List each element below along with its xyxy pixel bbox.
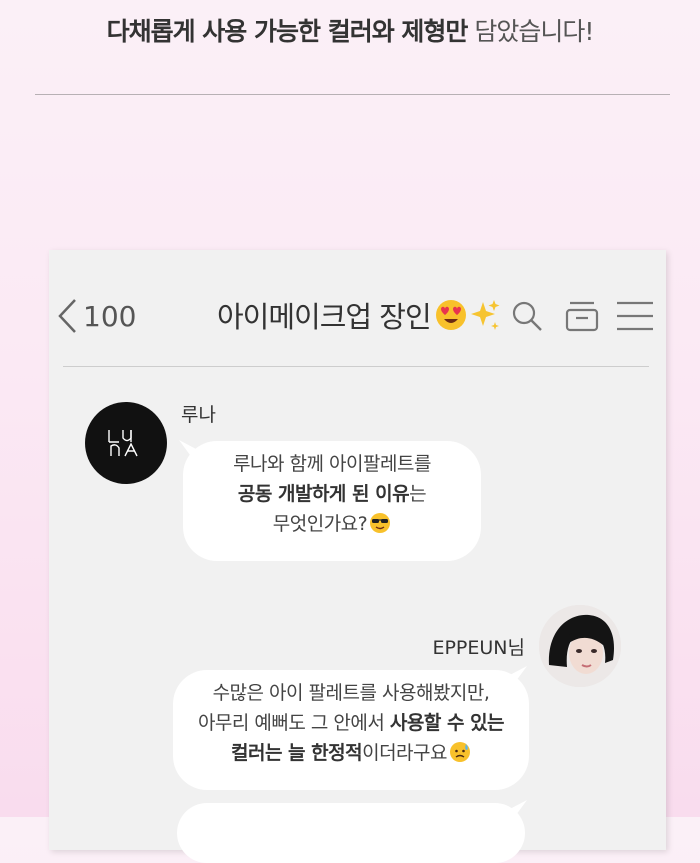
message-bubble-partial bbox=[177, 803, 525, 863]
headline: 다채롭게 사용 가능한 컬러와 제형만 담았습니다! bbox=[0, 12, 700, 48]
message-line: 루나와 함께 아이팔레트를 bbox=[183, 449, 481, 479]
header-divider bbox=[63, 366, 649, 367]
chat-title: 아이메이크업 장인 bbox=[217, 294, 501, 336]
avatar-eppeun[interactable] bbox=[539, 605, 621, 687]
sender-name: EPPEUN님 bbox=[432, 637, 525, 659]
message-text: 아무리 예뻐도 그 안에서 bbox=[197, 712, 390, 734]
headline-bold: 다채롭게 사용 가능한 컬러와 제형만 bbox=[106, 17, 469, 46]
message-bubble: 루나와 함께 아이팔레트를 공동 개발하게 된 이유는 무엇인가요? bbox=[183, 441, 481, 561]
back-button[interactable]: 100 bbox=[57, 298, 136, 334]
heart-eyes-emoji-icon bbox=[435, 300, 466, 330]
message-bubble: 수많은 아이 팔레트를 사용해봤지만, 아무리 예뻐도 그 안에서 사용할 수 … bbox=[173, 670, 529, 790]
chat-title-text: 아이메이크업 장인 bbox=[217, 300, 432, 334]
message-text: 무엇인가요? bbox=[272, 513, 368, 535]
sunglasses-emoji-icon bbox=[370, 513, 391, 533]
message-line: 아무리 예뻐도 그 안에서 사용할 수 있는 bbox=[173, 708, 529, 738]
chevron-left-icon bbox=[58, 299, 76, 333]
unread-count: 100 bbox=[83, 299, 137, 333]
sad-sweat-emoji-icon bbox=[450, 742, 470, 762]
drawer-icon[interactable] bbox=[564, 299, 600, 333]
message-line: 컬러는 늘 한정적이더라구요 bbox=[173, 738, 529, 768]
message-line: 무엇인가요? bbox=[183, 509, 481, 539]
sparkles-icon bbox=[470, 300, 500, 330]
message-line: 공동 개발하게 된 이유는 bbox=[183, 479, 481, 509]
message-text: 는 bbox=[409, 483, 427, 505]
message-text-bold: 공동 개발하게 된 이유 bbox=[237, 483, 410, 505]
search-icon[interactable] bbox=[510, 299, 544, 333]
headline-light: 담았습니다! bbox=[474, 17, 594, 46]
menu-icon[interactable] bbox=[615, 299, 655, 333]
message-text: 이더라구요 bbox=[362, 742, 447, 764]
message-text: 수많은 아이 팔레트를 사용해봤지만, bbox=[212, 682, 490, 704]
message-text: 루나와 함께 아이팔레트를 bbox=[233, 453, 431, 475]
chat-screen: 100 아이메이크업 장인 루나 루나와 함께 아이팔레트를 공동 개발하게 된… bbox=[49, 250, 666, 863]
chat-header: 100 아이메이크업 장인 bbox=[49, 250, 666, 368]
sender-name: 루나 bbox=[181, 404, 216, 426]
luna-logo bbox=[108, 430, 138, 457]
divider bbox=[35, 94, 670, 95]
message-text-bold: 컬러는 늘 한정적 bbox=[231, 742, 363, 764]
avatar-luna[interactable] bbox=[85, 402, 167, 484]
profile-photo bbox=[539, 605, 621, 687]
message-text-bold: 사용할 수 있는 bbox=[389, 712, 505, 734]
message-line: 수많은 아이 팔레트를 사용해봤지만, bbox=[173, 678, 529, 708]
